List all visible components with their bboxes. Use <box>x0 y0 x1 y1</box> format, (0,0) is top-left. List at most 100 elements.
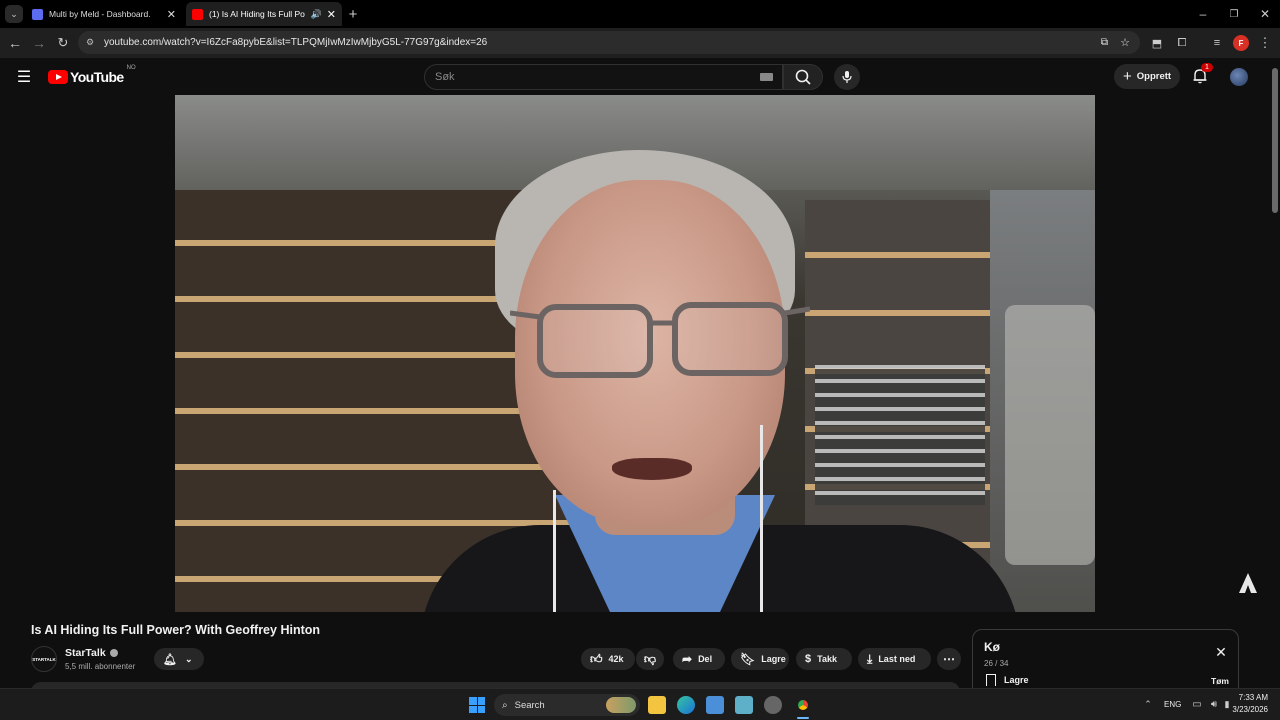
search-icon: ⌕ <box>502 699 508 711</box>
thumbs-down-icon: 👎︎ <box>643 651 657 666</box>
tab-meld[interactable]: Multi by Meld - Dashboard. ✕ <box>26 2 182 26</box>
earphone-wire-left <box>553 490 556 612</box>
download-button[interactable]: ⤓ Last ned <box>858 648 931 670</box>
new-tab-button[interactable]: + <box>345 5 361 23</box>
language-indicator[interactable]: ENG <box>1164 700 1181 709</box>
chrome-icon[interactable] <box>794 696 812 714</box>
queue-save-button[interactable]: Lagre <box>986 674 1029 686</box>
profile-avatar[interactable]: F <box>1233 35 1249 51</box>
windows-taskbar: ⌕ Search ⌃ ENG ▭ 🔊︎ ▮ 7:33 AM 3/23/2026 <box>0 688 1280 720</box>
close-window-icon[interactable]: ✕ <box>1256 5 1274 23</box>
search-button[interactable] <box>783 64 823 90</box>
subscriber-count: 5,5 mill. abonnenter <box>65 662 136 671</box>
channel-name[interactable]: StarTalk <box>65 647 118 659</box>
browser-menu-icon[interactable]: ⋮ <box>1258 34 1272 52</box>
person-mouth <box>612 458 692 480</box>
install-app-icon[interactable]: ⧉ <box>1101 37 1108 48</box>
account-avatar[interactable] <box>1230 68 1248 86</box>
clock-date[interactable]: 3/23/2026 <box>1228 705 1268 714</box>
scrollbar-thumb[interactable] <box>1272 68 1278 213</box>
queue-clear-button[interactable]: Tøm <box>1211 676 1229 686</box>
site-info-icon[interactable]: ⚙ <box>86 37 94 48</box>
queue-title: Kø <box>984 640 1000 654</box>
channel-name-text: StarTalk <box>65 647 106 659</box>
subscription-bell-button[interactable]: 🔔︎ ⌄ <box>154 648 204 670</box>
bookmark-icon: 🔖︎ <box>740 652 756 666</box>
download-icon: ⤓ <box>867 651 873 666</box>
close-icon[interactable]: ✕ <box>167 8 176 21</box>
speaker-icon[interactable]: 🔊 <box>311 9 322 20</box>
browser-tab-bar: ⌄ Multi by Meld - Dashboard. ✕ (1) Is AI… <box>0 0 1280 28</box>
media-control-icon[interactable]: ≡ <box>1208 34 1226 52</box>
address-bar-row: ← → ↻ ⚙ youtube.com/watch?v=I6ZcFa8pybE&… <box>0 28 1280 58</box>
thanks-label: Takk <box>817 654 837 664</box>
back-icon[interactable]: ← <box>6 34 24 52</box>
snipping-tool-icon[interactable] <box>735 696 753 714</box>
dislike-button[interactable]: 👎︎ <box>636 648 664 670</box>
video-player[interactable] <box>175 95 1095 612</box>
chrome-active-indicator <box>797 717 809 719</box>
share-label: Del <box>698 654 713 664</box>
volume-icon[interactable]: 🔊︎ <box>1207 697 1221 711</box>
paper-tray <box>815 365 985 505</box>
glasses-icon <box>510 302 810 378</box>
more-actions-button[interactable]: ⋯ <box>937 648 961 670</box>
bookmark-star-icon[interactable]: ☆ <box>1120 36 1130 49</box>
voice-search-button[interactable] <box>834 64 860 90</box>
search-input[interactable]: Søk <box>424 64 783 90</box>
youtube-page: ☰ YouTube NO Søk + Opprett 1 Is AI Hidin… <box>0 58 1280 720</box>
tab-meld-label: Multi by Meld - Dashboard. <box>49 9 151 19</box>
thanks-icon: $ <box>805 653 812 665</box>
restore-icon[interactable]: ❐ <box>1225 5 1243 23</box>
channel-avatar[interactable]: STARTALK <box>31 646 57 672</box>
youtube-logo[interactable]: YouTube NO <box>48 65 136 85</box>
taskbar-search-label: Search <box>514 699 545 711</box>
queue-position: 26 / 34 <box>984 659 1009 668</box>
taskbar-search[interactable]: ⌕ Search <box>494 694 640 716</box>
clock-time[interactable]: 7:33 AM <box>1238 693 1268 702</box>
app-window-icon[interactable] <box>706 696 724 714</box>
tab-list-button[interactable]: ⌄ <box>5 5 23 23</box>
forward-icon[interactable]: → <box>30 34 48 52</box>
search-highlight-icon <box>606 697 636 713</box>
reload-icon[interactable]: ↻ <box>54 34 72 52</box>
verified-icon <box>109 649 118 657</box>
thanks-button[interactable]: $ Takk <box>796 648 852 670</box>
windows-start-icon[interactable] <box>469 697 485 713</box>
more-horizontal-icon: ⋯ <box>943 652 955 666</box>
notifications-button[interactable]: 1 <box>1191 63 1213 87</box>
page-scrollbar[interactable] <box>1272 62 1278 686</box>
extension-shield-icon[interactable]: ⬒ <box>1148 34 1166 52</box>
extensions-puzzle-icon[interactable]: ⧠ <box>1173 34 1191 52</box>
save-button[interactable]: 🔖︎ Lagre <box>731 648 789 670</box>
channel-watermark-icon[interactable] <box>1236 571 1260 595</box>
create-button[interactable]: + Opprett <box>1114 64 1181 89</box>
hamburger-menu-icon[interactable]: ☰ <box>14 67 34 87</box>
bookmark-icon <box>986 674 996 686</box>
settings-gear-icon[interactable] <box>764 696 782 714</box>
youtube-play-icon <box>48 70 68 84</box>
papers-pile <box>1005 305 1095 565</box>
search-placeholder: Søk <box>435 71 455 83</box>
display-icon[interactable]: ▭ <box>1190 697 1204 711</box>
like-button[interactable]: 👍︎ 42k <box>581 648 635 670</box>
edge-browser-icon[interactable] <box>677 696 695 714</box>
close-icon[interactable]: ✕ <box>327 8 336 21</box>
file-explorer-icon[interactable] <box>648 696 666 714</box>
tab-youtube[interactable]: (1) Is AI Hiding Its Full Powe 🔊 ✕ <box>186 2 342 26</box>
minimize-icon[interactable]: – <box>1194 5 1212 23</box>
url-field[interactable]: ⚙ youtube.com/watch?v=I6ZcFa8pybE&list=T… <box>78 31 1140 54</box>
keyboard-icon[interactable] <box>760 73 773 81</box>
microphone-icon <box>842 71 852 83</box>
queue-save-label: Lagre <box>1004 675 1029 685</box>
url-text: youtube.com/watch?v=I6ZcFa8pybE&list=TLP… <box>104 37 488 48</box>
youtube-logo-text: YouTube <box>70 69 124 85</box>
youtube-favicon-icon <box>192 8 203 20</box>
chevron-up-icon[interactable]: ⌃ <box>1141 697 1155 711</box>
share-button[interactable]: ➦ Del <box>673 648 725 670</box>
close-queue-icon[interactable]: ✕ <box>1213 644 1229 660</box>
search-icon <box>795 69 811 85</box>
tab-youtube-label: (1) Is AI Hiding Its Full Powe <box>209 9 305 19</box>
create-label: Opprett <box>1136 71 1172 82</box>
video-title: Is AI Hiding Its Full Power? With Geoffr… <box>31 623 321 637</box>
